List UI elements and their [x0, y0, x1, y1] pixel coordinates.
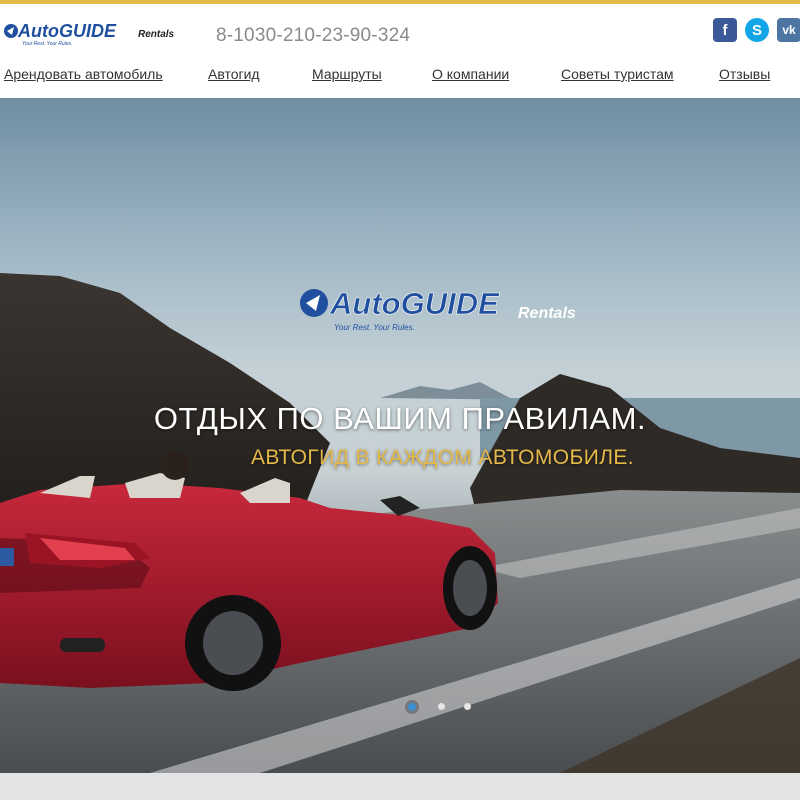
slider-dot-1[interactable]: [408, 703, 416, 711]
nav-autoguide[interactable]: Автогид: [208, 66, 260, 82]
slider-dot-2[interactable]: [438, 703, 445, 710]
phone-number[interactable]: 8-1030-210-23-90-324: [216, 25, 410, 47]
skype-icon[interactable]: S: [745, 18, 769, 42]
site-header: AutoGUIDE Rentals Your Rest. Your Rules.…: [0, 4, 800, 60]
hero-logo-suffix: Rentals: [518, 305, 576, 322]
hero-subline: АВТОГИД В КАЖДОМ АВТОМОБИЛЕ.: [250, 446, 635, 469]
hero-headline: ОТДЫХ ПО ВАШИМ ПРАВИЛАМ.: [153, 401, 647, 436]
nav-about[interactable]: О компании: [432, 66, 509, 82]
main-nav: Арендовать автомобиль Автогид Маршруты О…: [0, 60, 800, 98]
nav-tips[interactable]: Советы туристам: [561, 66, 674, 82]
vk-icon[interactable]: vk: [777, 18, 800, 42]
site-logo[interactable]: AutoGUIDE Rentals Your Rest. Your Rules.: [2, 18, 182, 52]
nav-routes[interactable]: Маршруты: [312, 66, 382, 82]
nav-reviews[interactable]: Отзывы: [719, 66, 770, 82]
logo-tagline-text: Your Rest. Your Rules.: [22, 41, 73, 47]
hero-logo-brand: AutoGUIDE: [329, 286, 500, 321]
facebook-icon[interactable]: f: [713, 18, 737, 42]
slider-dot-3[interactable]: [464, 703, 471, 710]
hero-logo: AutoGUIDE Rentals Your Rest. Your Rules.: [300, 286, 576, 332]
hero-slider: AutoGUIDE Rentals Your Rest. Your Rules.…: [0, 98, 800, 773]
logo-suffix-text: Rentals: [138, 29, 175, 40]
nav-rent-car[interactable]: Арендовать автомобиль: [4, 66, 163, 82]
hero-logo-tagline: Your Rest. Your Rules.: [334, 323, 415, 332]
footer-strip: [0, 773, 800, 800]
logo-brand-text: AutoGUIDE: [17, 21, 117, 41]
